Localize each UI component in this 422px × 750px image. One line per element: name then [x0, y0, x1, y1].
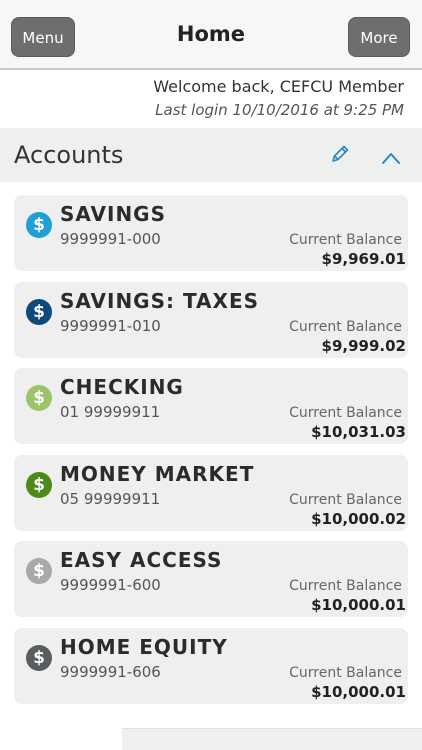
- dollar-coin-icon: $: [26, 299, 52, 325]
- account-card-savings[interactable]: $ SAVINGS 9999991-000 Current Balance $9…: [14, 195, 408, 271]
- balance-amount: $10,031.03: [311, 423, 406, 441]
- dollar-coin-icon: $: [26, 385, 52, 411]
- account-name: SAVINGS: [60, 202, 167, 226]
- more-button[interactable]: More: [348, 17, 410, 57]
- balance-amount: $10,000.01: [311, 683, 406, 701]
- chevron-up-icon[interactable]: [381, 151, 401, 165]
- accounts-section-header: Accounts: [0, 128, 422, 182]
- account-number: 9999991-010: [60, 317, 161, 335]
- balance-amount: $10,000.01: [311, 596, 406, 614]
- account-name: MONEY MARKET: [60, 462, 255, 486]
- dollar-coin-icon: $: [26, 472, 52, 498]
- welcome-message: Welcome back, CEFCU Member: [153, 77, 404, 96]
- account-card-savings-taxes[interactable]: $ SAVINGS: TAXES 9999991-010 Current Bal…: [14, 282, 408, 358]
- balance-amount: $9,999.02: [321, 337, 406, 355]
- account-card-checking[interactable]: $ CHECKING 01 99999911 Current Balance $…: [14, 368, 408, 444]
- balance-label: Current Balance: [289, 319, 402, 335]
- dollar-coin-icon: $: [26, 645, 52, 671]
- account-number: 9999991-000: [60, 230, 161, 248]
- bottom-panel-edge: [122, 728, 422, 750]
- balance-label: Current Balance: [289, 492, 402, 508]
- balance-amount: $10,000.02: [311, 510, 406, 528]
- balance-label: Current Balance: [289, 405, 402, 421]
- balance-label: Current Balance: [289, 578, 402, 594]
- account-name: CHECKING: [60, 375, 184, 399]
- balance-amount: $9,969.01: [321, 250, 406, 268]
- account-name: SAVINGS: TAXES: [60, 289, 260, 313]
- dollar-coin-icon: $: [26, 212, 52, 238]
- account-number: 9999991-600: [60, 576, 161, 594]
- top-nav-bar: Menu Home More: [0, 0, 422, 70]
- accounts-title: Accounts: [14, 141, 124, 169]
- account-number: 05 99999911: [60, 490, 161, 508]
- last-login-text: Last login 10/10/2016 at 9:25 PM: [155, 101, 404, 119]
- account-name: EASY ACCESS: [60, 548, 223, 572]
- account-number: 01 99999911: [60, 403, 161, 421]
- dollar-coin-icon: $: [26, 558, 52, 584]
- balance-label: Current Balance: [289, 232, 402, 248]
- account-card-money-market[interactable]: $ MONEY MARKET 05 99999911 Current Balan…: [14, 455, 408, 531]
- account-card-easy-access[interactable]: $ EASY ACCESS 9999991-600 Current Balanc…: [14, 541, 408, 617]
- account-number: 9999991-606: [60, 663, 161, 681]
- account-card-home-equity[interactable]: $ HOME EQUITY 9999991-606 Current Balanc…: [14, 628, 408, 704]
- pencil-icon[interactable]: [329, 143, 351, 165]
- balance-label: Current Balance: [289, 665, 402, 681]
- account-name: HOME EQUITY: [60, 635, 228, 659]
